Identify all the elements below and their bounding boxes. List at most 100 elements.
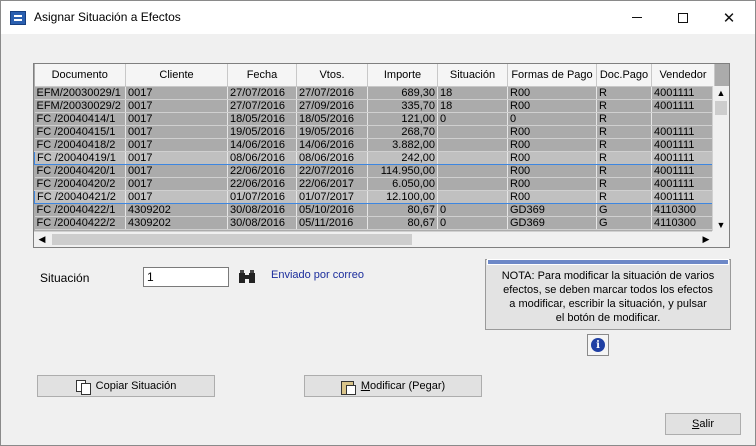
- table-cell[interactable]: EFM/20030029/1: [34, 86, 126, 100]
- table-cell[interactable]: [437, 177, 508, 191]
- table-cell[interactable]: 08/06/2016: [227, 150, 297, 165]
- column-header[interactable]: Fecha: [227, 64, 297, 87]
- table-cell[interactable]: GD369: [507, 216, 597, 230]
- scroll-down-icon[interactable]: ▼: [713, 218, 729, 232]
- column-header[interactable]: Importe: [367, 64, 438, 87]
- table-cell[interactable]: EFM/20030029/2: [34, 99, 126, 113]
- table-row[interactable]: EFM/20030029/1 0017 27/07/2016 27/07/2016 68…: [34, 86, 715, 100]
- table-cell[interactable]: 0017: [125, 150, 228, 165]
- table-cell[interactable]: R00: [507, 125, 597, 139]
- table-cell[interactable]: 4309202: [125, 216, 228, 230]
- table-cell[interactable]: [437, 164, 508, 178]
- situacion-input[interactable]: [143, 267, 229, 287]
- table-cell[interactable]: R: [596, 112, 652, 126]
- table-cell[interactable]: 0017: [125, 138, 228, 152]
- table-cell[interactable]: [651, 112, 715, 126]
- table-cell[interactable]: 0017: [125, 125, 228, 139]
- table-cell[interactable]: FC /20040420/1: [34, 164, 126, 178]
- table-cell[interactable]: 4001111: [651, 125, 715, 139]
- table-cell[interactable]: FC /20040415/1: [34, 125, 126, 139]
- table-cell[interactable]: R: [596, 189, 652, 204]
- exit-button[interactable]: Salir: [665, 413, 741, 435]
- table-cell[interactable]: 12.100,00: [367, 189, 438, 204]
- table-cell[interactable]: 05/11/2016: [296, 216, 368, 230]
- table-cell[interactable]: 0: [507, 112, 597, 126]
- table-cell[interactable]: R00: [507, 164, 597, 178]
- table-cell[interactable]: 268,70: [367, 125, 438, 139]
- table-cell[interactable]: 4001111: [651, 150, 715, 165]
- table-cell[interactable]: FC /20040421/2: [34, 189, 126, 204]
- table-cell[interactable]: 27/07/2016: [296, 86, 368, 100]
- table-cell[interactable]: 689,30: [367, 86, 438, 100]
- table-cell[interactable]: R: [596, 164, 652, 178]
- table-cell[interactable]: 80,67: [367, 203, 438, 217]
- table-cell[interactable]: 4001111: [651, 164, 715, 178]
- table-cell[interactable]: GD369: [507, 203, 597, 217]
- table-cell[interactable]: 14/06/2016: [296, 138, 368, 152]
- table-cell[interactable]: 0017: [125, 164, 228, 178]
- table-cell[interactable]: 27/09/2016: [296, 99, 368, 113]
- table-cell[interactable]: [437, 189, 508, 204]
- table-cell[interactable]: 3.882,00: [367, 138, 438, 152]
- table-cell[interactable]: 22/06/2017: [296, 177, 368, 191]
- table-row[interactable]: FC /20040421/2 0017 01/07/2016 01/07/2017 12…: [34, 189, 715, 204]
- table-cell[interactable]: 6.050,00: [367, 177, 438, 191]
- table-cell[interactable]: FC /20040422/1: [34, 203, 126, 217]
- column-header[interactable]: Vendedor: [651, 64, 715, 87]
- table-row[interactable]: FC /20040422/1 4309202 30/08/2016 05/10/201…: [34, 203, 715, 217]
- table-cell[interactable]: 27/07/2016: [227, 86, 297, 100]
- table-cell[interactable]: 0: [437, 112, 508, 126]
- table-row[interactable]: FC /20040415/1 0017 19/05/2016 19/05/2016 26…: [34, 125, 715, 139]
- table-cell[interactable]: 0017: [125, 86, 228, 100]
- table-cell[interactable]: 114.950,00: [367, 164, 438, 178]
- copy-situation-button[interactable]: Copiar Situación: [37, 375, 215, 397]
- table-cell[interactable]: 01/07/2017: [296, 189, 368, 204]
- binoculars-icon[interactable]: [238, 270, 256, 284]
- table-cell[interactable]: 4309202: [125, 203, 228, 217]
- table-cell[interactable]: R: [596, 86, 652, 100]
- table-row[interactable]: FC /20040422/2 4309202 30/08/2016 05/11/201…: [34, 216, 715, 230]
- table-cell[interactable]: 4001111: [651, 99, 715, 113]
- table-cell[interactable]: R00: [507, 99, 597, 113]
- effects-grid[interactable]: Documento Cliente Fecha Vtos. Importe Situaci…: [33, 63, 730, 248]
- table-cell[interactable]: 4001111: [651, 86, 715, 100]
- horizontal-scrollbar[interactable]: ◀ ▶: [34, 231, 714, 247]
- table-cell[interactable]: R: [596, 138, 652, 152]
- close-button[interactable]: ✕: [706, 1, 752, 34]
- table-cell[interactable]: R: [596, 177, 652, 191]
- title-bar[interactable]: Asignar Situación a Efectos ✕: [1, 1, 755, 34]
- column-header[interactable]: Cliente: [125, 64, 228, 87]
- table-cell[interactable]: [437, 138, 508, 152]
- table-cell[interactable]: 0017: [125, 177, 228, 191]
- table-cell[interactable]: G: [596, 203, 652, 217]
- horizontal-scroll-thumb[interactable]: [52, 234, 412, 245]
- table-cell[interactable]: FC /20040419/1: [34, 150, 126, 165]
- column-header[interactable]: Doc.Pago: [596, 64, 652, 87]
- table-cell[interactable]: 4110300: [651, 216, 715, 230]
- table-cell[interactable]: 0017: [125, 189, 228, 204]
- table-cell[interactable]: 242,00: [367, 150, 438, 165]
- table-row[interactable]: FC /20040418/2 0017 14/06/2016 14/06/2016 3.…: [34, 138, 715, 152]
- info-button[interactable]: i: [587, 334, 609, 356]
- table-cell[interactable]: 19/05/2016: [296, 125, 368, 139]
- table-cell[interactable]: 4001111: [651, 189, 715, 204]
- modify-paste-button[interactable]: Modificar (Pegar): [304, 375, 482, 397]
- table-cell[interactable]: [437, 150, 508, 165]
- table-row[interactable]: FC /20040419/1 0017 08/06/2016 08/06/2016 24…: [34, 150, 715, 165]
- table-cell[interactable]: 4001111: [651, 177, 715, 191]
- table-cell[interactable]: FC /20040418/2: [34, 138, 126, 152]
- minimize-button[interactable]: [614, 1, 660, 34]
- table-cell[interactable]: R00: [507, 177, 597, 191]
- table-cell[interactable]: 22/06/2016: [227, 177, 297, 191]
- table-cell[interactable]: 0017: [125, 112, 228, 126]
- table-cell[interactable]: 4110300: [651, 203, 715, 217]
- scroll-left-icon[interactable]: ◀: [34, 232, 50, 247]
- table-cell[interactable]: [437, 125, 508, 139]
- table-row[interactable]: FC /20040420/1 0017 22/06/2016 22/07/2016 11…: [34, 164, 715, 178]
- column-header[interactable]: Vtos.: [296, 64, 368, 87]
- table-cell[interactable]: 30/08/2016: [227, 203, 297, 217]
- table-cell[interactable]: FC /20040422/2: [34, 216, 126, 230]
- table-row[interactable]: EFM/20030029/2 0017 27/07/2016 27/09/2016 33…: [34, 99, 715, 113]
- table-cell[interactable]: FC /20040414/1: [34, 112, 126, 126]
- vertical-scrollbar[interactable]: ▲ ▼: [712, 86, 729, 232]
